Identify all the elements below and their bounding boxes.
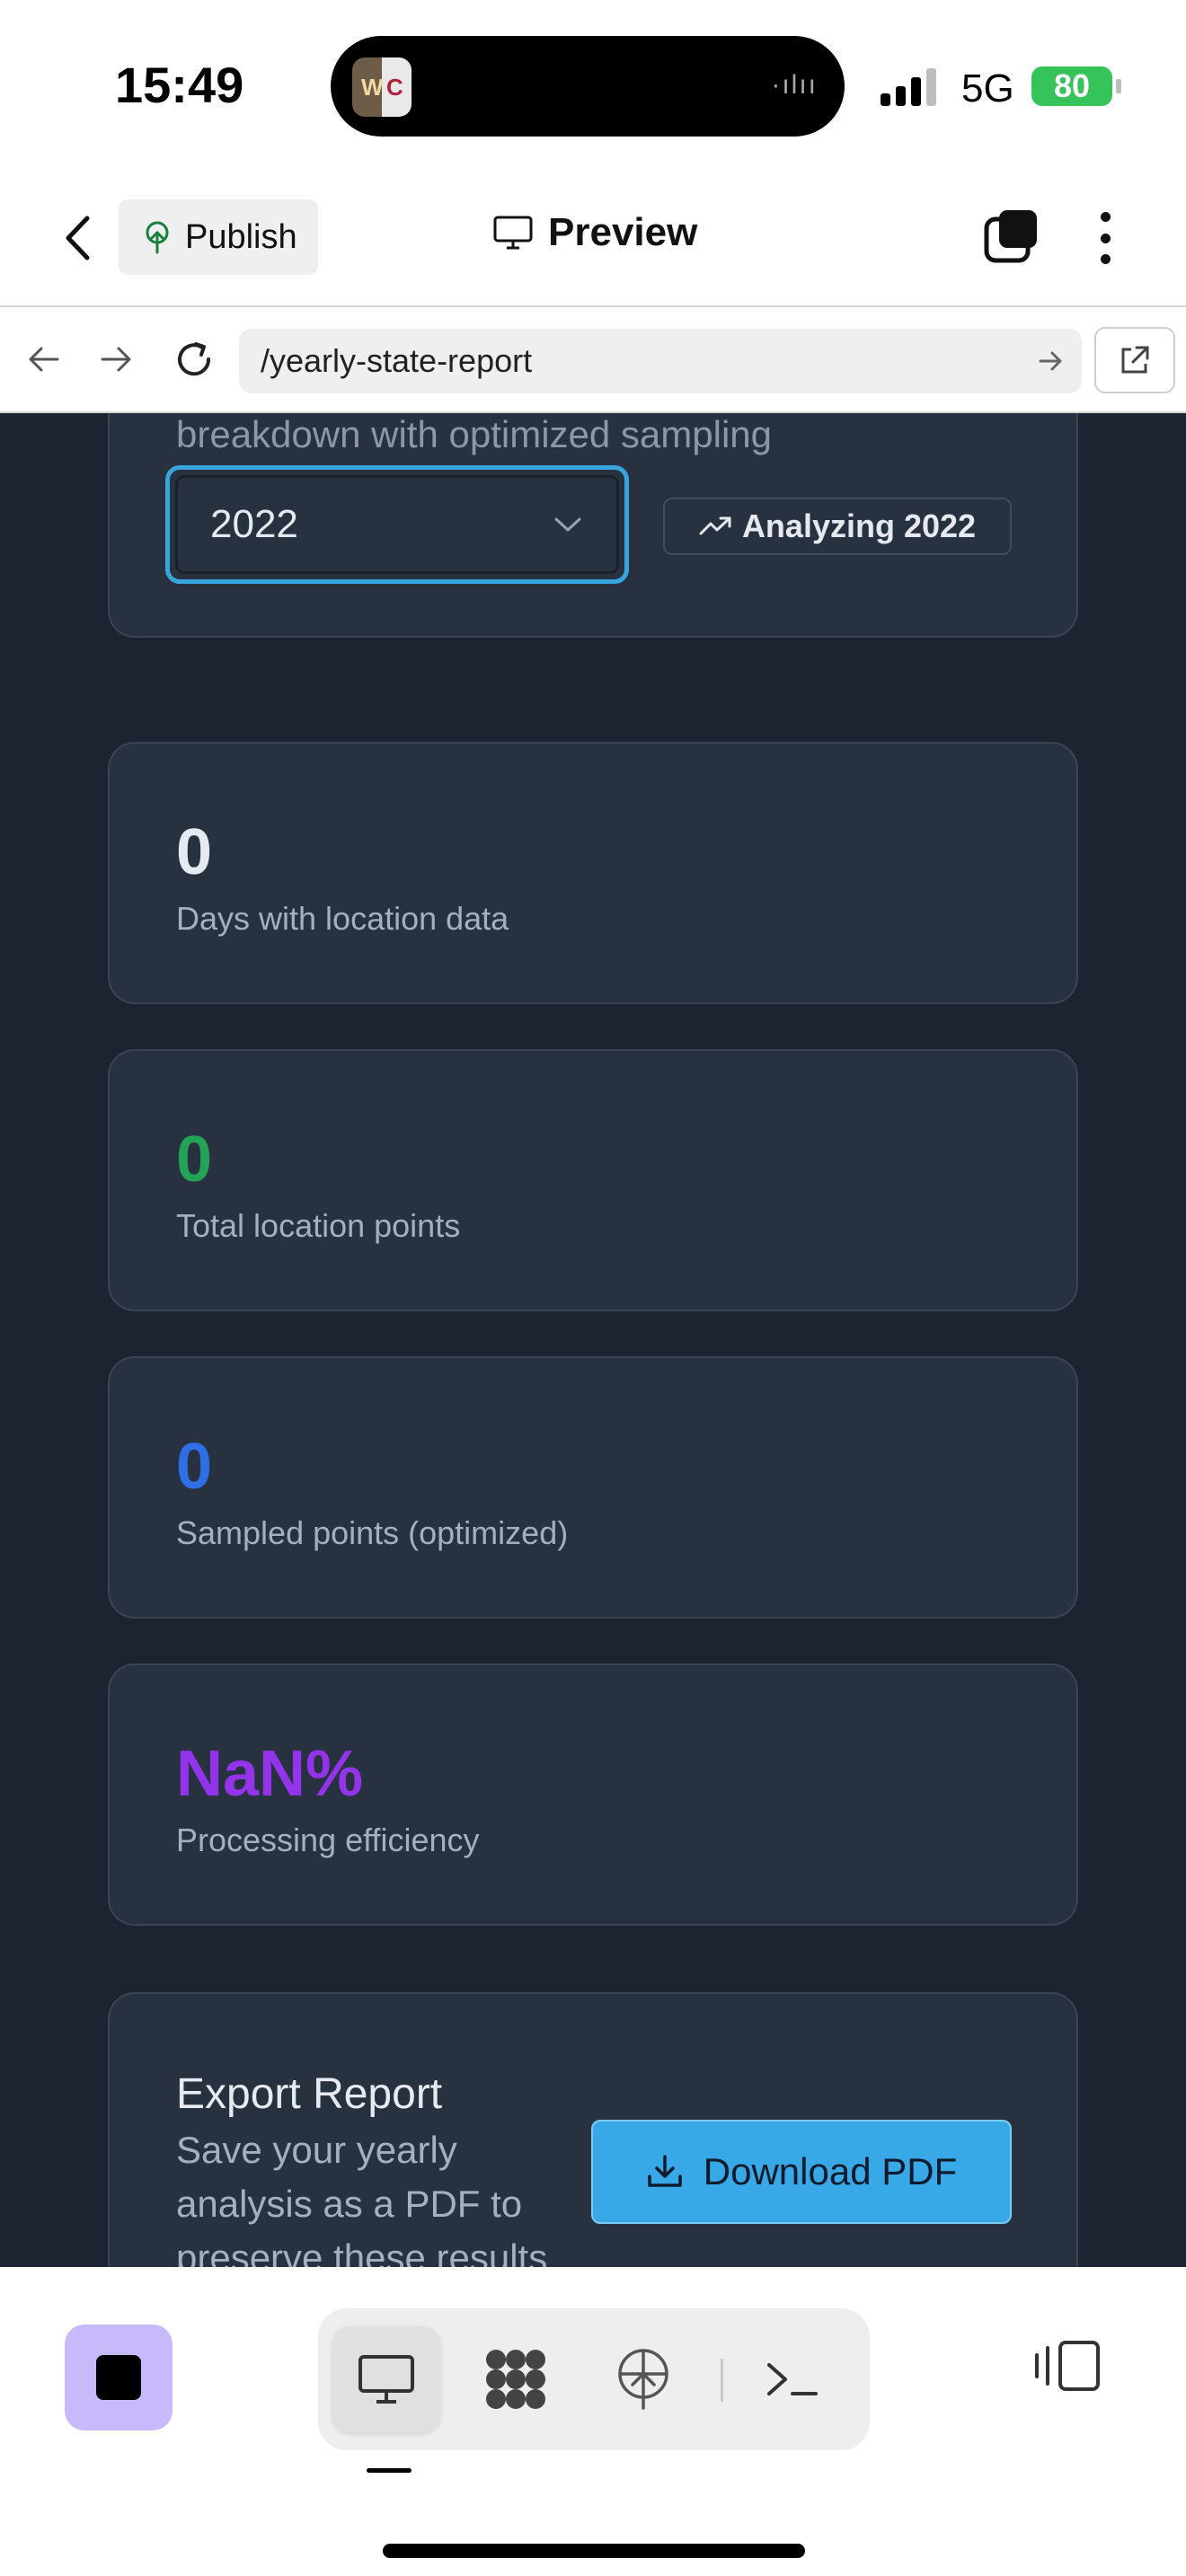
stat-card-efficiency: NaN% Processing efficiency xyxy=(108,1663,1078,1926)
audio-wave-icon: ·ılıı xyxy=(771,70,818,100)
download-icon xyxy=(648,2155,682,2187)
stat-value: 0 xyxy=(176,1431,213,1503)
year-select[interactable]: 2022 xyxy=(165,465,629,584)
signal-icon xyxy=(881,66,936,106)
stat-card-sampled-points: 0 Sampled points (optimized) xyxy=(108,1356,1078,1619)
dynamic-island: WC ·ılıı xyxy=(331,36,845,137)
publish-label: Publish xyxy=(185,217,297,256)
trending-up-icon xyxy=(699,516,731,535)
view-mode-group xyxy=(318,2308,870,2450)
external-link-icon xyxy=(1121,346,1149,374)
stat-label: Sampled points (optimized) xyxy=(176,1514,569,1551)
preview-label: Preview xyxy=(548,210,698,254)
arrow-right-icon xyxy=(101,347,131,372)
stop-button[interactable] xyxy=(65,2325,173,2430)
url-bar: /yearly-state-report xyxy=(0,305,1186,413)
desktop-view-button[interactable] xyxy=(332,2326,440,2432)
app-toolbar: Publish Preview xyxy=(0,171,1186,305)
stat-label: Processing efficiency xyxy=(176,1822,480,1858)
reload-icon xyxy=(178,342,211,376)
stat-label: Total location points xyxy=(176,1207,461,1244)
grid-blob-icon xyxy=(486,2350,545,2409)
back-chevron-icon xyxy=(66,216,90,260)
export-report-card: Export Report Save your yearly analysis … xyxy=(108,1992,1078,2267)
stat-value: 0 xyxy=(176,1124,213,1195)
browser-forward-button[interactable] xyxy=(92,334,142,384)
export-title: Export Report xyxy=(176,2070,443,2118)
network-type: 5G xyxy=(961,66,1014,110)
layout-toggle-icon xyxy=(1035,2341,1100,2391)
monitor-icon xyxy=(493,216,533,250)
mode-divider xyxy=(721,2359,723,2402)
download-pdf-label: Download PDF xyxy=(703,2150,958,2192)
more-options-button[interactable] xyxy=(1087,207,1123,269)
stat-value: 0 xyxy=(176,816,213,888)
preview-title: Preview xyxy=(492,210,697,255)
desktop-icon xyxy=(358,2355,414,2404)
analyzing-badge: Analyzing 2022 xyxy=(663,498,1012,555)
url-text: /yearly-state-report xyxy=(261,342,533,379)
bottom-dock xyxy=(0,2267,1186,2576)
publish-mode-button[interactable] xyxy=(589,2326,697,2432)
components-button[interactable] xyxy=(462,2326,570,2432)
year-selector-card: breakdown with optimized sampling 2022 A… xyxy=(108,413,1078,638)
export-description: Save your yearly analysis as a PDF to pr… xyxy=(176,2129,548,2267)
tabs-button[interactable] xyxy=(983,208,1039,264)
arrow-left-icon xyxy=(29,347,59,372)
download-pdf-button[interactable]: Download PDF xyxy=(591,2120,1012,2224)
card-subtitle: breakdown with optimized sampling xyxy=(176,413,772,455)
tree-upload-icon xyxy=(618,2349,668,2410)
stat-value: NaN% xyxy=(176,1738,364,1810)
go-arrow-icon[interactable] xyxy=(1037,345,1066,377)
layout-toggle-button[interactable] xyxy=(1031,2330,1103,2402)
stop-icon xyxy=(96,2355,141,2400)
status-time: 15:49 xyxy=(115,57,244,113)
url-input[interactable]: /yearly-state-report xyxy=(239,329,1082,393)
reload-button[interactable] xyxy=(169,334,219,384)
back-button[interactable] xyxy=(52,207,102,269)
stat-card-days: 0 Days with location data xyxy=(108,742,1078,1004)
stat-card-total-points: 0 Total location points xyxy=(108,1049,1078,1311)
battery-indicator: 80 xyxy=(1031,66,1121,106)
terminal-icon xyxy=(767,2363,818,2395)
home-indicator xyxy=(383,2544,805,2558)
open-external-button[interactable] xyxy=(1094,327,1175,393)
chevron-down-icon xyxy=(554,517,581,532)
status-bar: 15:49 WC ·ılıı 5G 80 xyxy=(0,0,1186,171)
year-select-value: 2022 xyxy=(210,502,298,546)
browser-back-button[interactable] xyxy=(18,334,68,384)
tabs-icon xyxy=(984,210,1037,263)
web-content: breakdown with optimized sampling 2022 A… xyxy=(0,413,1186,2267)
publish-tree-icon xyxy=(146,221,169,254)
now-playing-app-icon: WC xyxy=(352,57,412,117)
publish-button[interactable]: Publish xyxy=(119,199,318,275)
analyzing-badge-label: Analyzing 2022 xyxy=(741,507,977,544)
active-mode-indicator xyxy=(367,2468,412,2473)
console-button[interactable] xyxy=(739,2326,846,2432)
stat-label: Days with location data xyxy=(176,900,509,937)
